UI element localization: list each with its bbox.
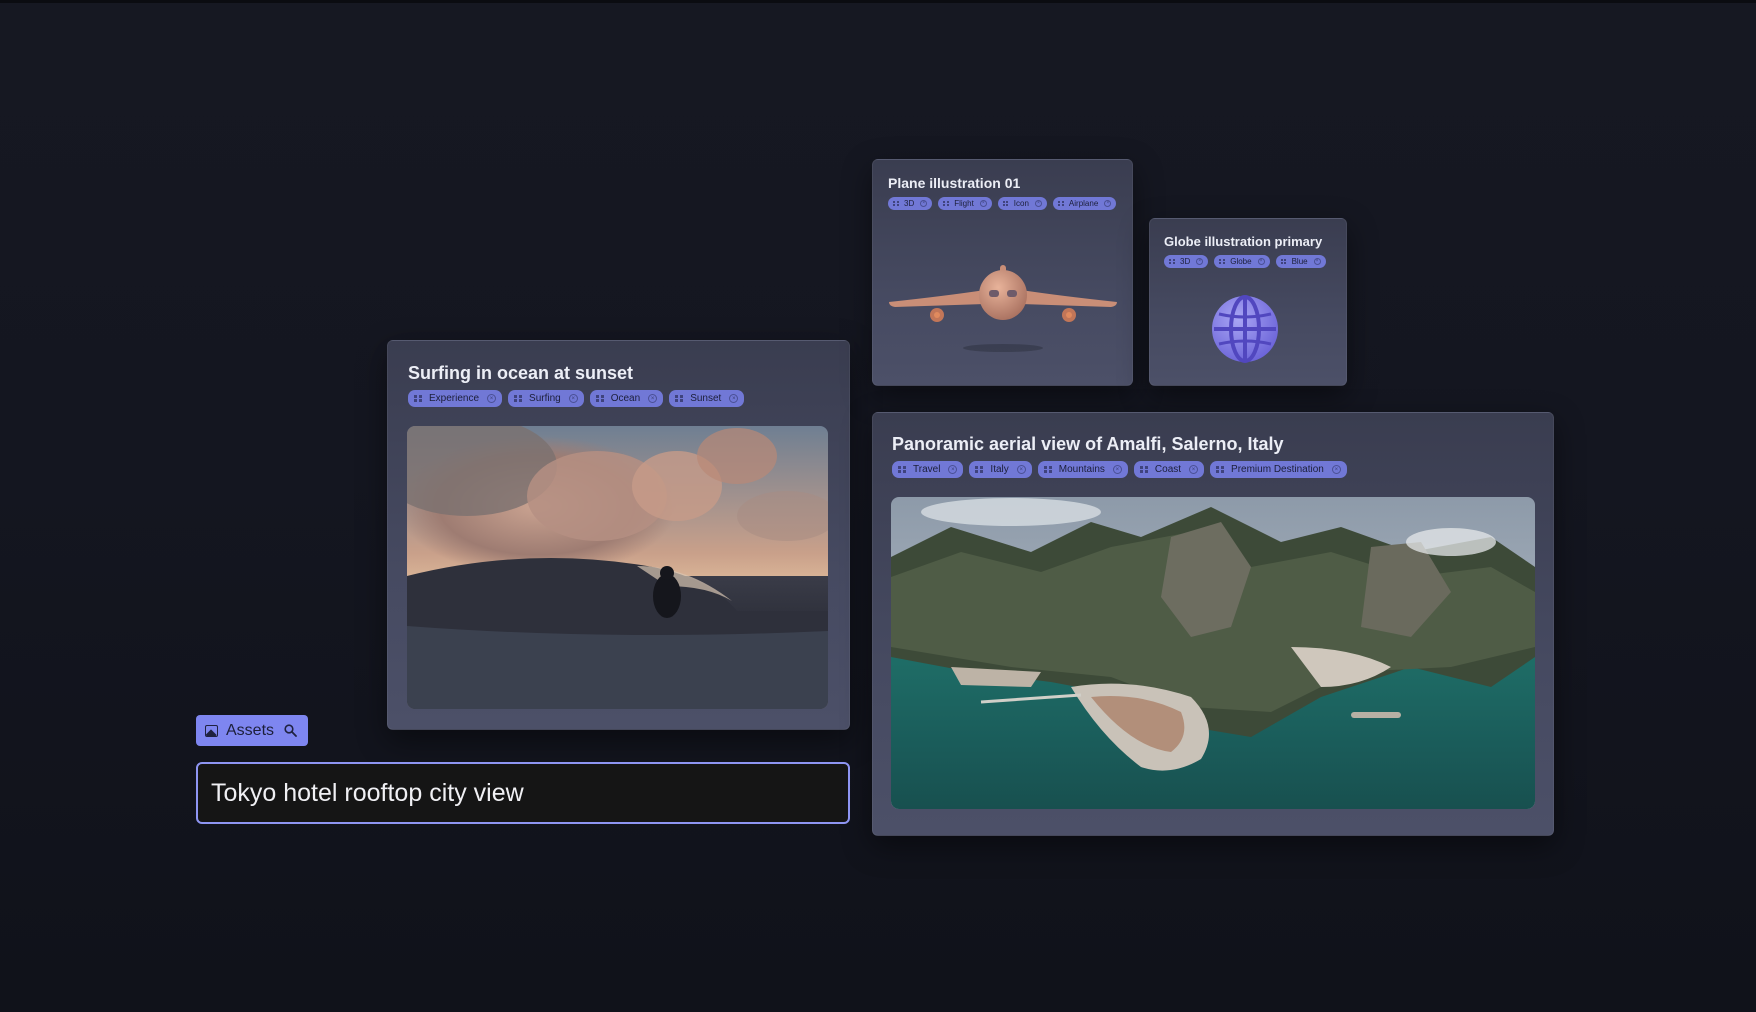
close-icon[interactable]: × xyxy=(487,394,497,403)
card-title: Globe illustration primary xyxy=(1164,234,1323,249)
tag-label: Experience xyxy=(429,393,480,404)
grid-icon xyxy=(1219,258,1226,265)
grid-icon xyxy=(1169,258,1175,265)
tag-flight[interactable]: Flight × xyxy=(938,197,992,210)
tag-label: Icon xyxy=(1013,199,1029,208)
asset-card-plane[interactable]: Plane illustration 01 3D × Flight × Icon × … xyxy=(872,159,1133,386)
close-icon[interactable]: × xyxy=(1189,465,1199,474)
assets-chip-label: Assets xyxy=(226,721,275,739)
tag-label: 3D xyxy=(904,199,915,208)
surfing-image xyxy=(407,426,828,709)
tag-premium-destination[interactable]: Premium Destination × xyxy=(1210,461,1347,478)
amalfi-image xyxy=(891,497,1535,809)
tag-mountains[interactable]: Mountains × xyxy=(1037,461,1128,478)
close-icon[interactable]: × xyxy=(1104,200,1112,207)
tag-list: Experience × Surfing × Ocean × Sunset × xyxy=(408,390,750,407)
tag-label: Airplane xyxy=(1068,199,1099,208)
tag-list: Travel × Italy × Mountains × Coast × Premium… xyxy=(892,461,1353,478)
tag-3d[interactable]: 3D × xyxy=(1164,255,1209,268)
tag-label: Blue xyxy=(1291,257,1308,266)
surfing-photo[interactable] xyxy=(407,426,828,709)
tag-icon[interactable]: Icon × xyxy=(997,197,1047,210)
tag-label: Premium Destination xyxy=(1231,464,1324,475)
tag-surfing[interactable]: Surfing × xyxy=(508,390,584,407)
grid-icon xyxy=(1057,200,1064,207)
tag-label: Sunset xyxy=(690,393,722,404)
amalfi-photo[interactable] xyxy=(891,497,1535,809)
tag-label: Flight xyxy=(954,199,974,208)
search-input[interactable]: Tokyo hotel rooftop city view xyxy=(196,762,850,824)
tag-blue[interactable]: Blue × xyxy=(1275,255,1326,268)
grid-icon xyxy=(893,200,899,207)
close-icon[interactable]: × xyxy=(568,394,578,403)
plane-illustration xyxy=(889,265,1117,352)
tag-airplane[interactable]: Airplane × xyxy=(1052,197,1117,210)
tag-experience[interactable]: Experience × xyxy=(408,390,503,407)
tag-label: Surfing xyxy=(529,393,561,404)
grid-icon xyxy=(943,200,950,207)
close-icon[interactable]: × xyxy=(1257,258,1265,265)
asset-card-globe[interactable]: Globe illustration primary 3D × Globe × Bl… xyxy=(1149,218,1347,386)
grid-icon xyxy=(1216,465,1225,474)
tag-label: Coast xyxy=(1154,464,1182,475)
close-icon[interactable]: × xyxy=(1034,200,1042,207)
grid-icon xyxy=(514,394,523,403)
grid-icon xyxy=(1139,465,1148,474)
close-icon[interactable]: × xyxy=(1313,258,1321,265)
globe-illustration xyxy=(1212,295,1278,363)
grid-icon xyxy=(898,465,906,474)
assets-filter-chip[interactable]: Assets xyxy=(196,715,308,746)
close-icon[interactable]: × xyxy=(1331,465,1341,474)
grid-icon xyxy=(1280,258,1287,265)
close-icon[interactable]: × xyxy=(729,394,739,403)
grid-icon xyxy=(1043,465,1052,474)
tag-label: Italy xyxy=(990,464,1009,475)
tag-globe[interactable]: Globe × xyxy=(1214,255,1270,268)
grid-icon xyxy=(975,465,984,474)
close-icon[interactable]: × xyxy=(1196,258,1204,265)
grid-icon xyxy=(595,394,604,403)
grid-icon xyxy=(414,394,422,403)
asset-card-amalfi[interactable]: Panoramic aerial view of Amalfi, Salerno… xyxy=(872,412,1554,836)
tag-list: 3D × Globe × Blue × xyxy=(1164,255,1332,268)
close-icon[interactable]: × xyxy=(948,465,958,474)
search-input-value: Tokyo hotel rooftop city view xyxy=(211,778,524,807)
tag-3d[interactable]: 3D × xyxy=(888,197,933,210)
image-icon xyxy=(205,724,218,737)
asset-card-surfing[interactable]: Surfing in ocean at sunset Experience × S… xyxy=(387,340,850,730)
close-icon[interactable]: × xyxy=(979,200,987,207)
close-icon[interactable]: × xyxy=(1112,465,1122,474)
tag-italy[interactable]: Italy × xyxy=(969,461,1032,478)
top-edge xyxy=(0,0,1756,3)
tag-label: 3D xyxy=(1180,257,1191,266)
tag-list: 3D × Flight × Icon × Airplane × xyxy=(888,197,1122,210)
tag-label: Ocean xyxy=(610,393,641,404)
tag-label: Mountains xyxy=(1058,464,1105,475)
tag-label: Globe xyxy=(1230,257,1252,266)
close-icon[interactable]: × xyxy=(920,200,928,207)
grid-icon xyxy=(1002,200,1009,207)
tag-label: Travel xyxy=(913,464,941,475)
tag-travel[interactable]: Travel × xyxy=(892,461,964,478)
grid-icon xyxy=(675,394,684,403)
close-icon[interactable]: × xyxy=(1016,465,1026,474)
card-title: Plane illustration 01 xyxy=(888,175,1021,191)
tag-ocean[interactable]: Ocean × xyxy=(589,390,664,407)
tag-coast[interactable]: Coast × xyxy=(1133,461,1205,478)
card-title: Surfing in ocean at sunset xyxy=(408,363,634,383)
close-icon[interactable]: × xyxy=(648,394,658,403)
search-icon[interactable] xyxy=(284,724,297,737)
tag-sunset[interactable]: Sunset × xyxy=(669,390,745,407)
card-title: Panoramic aerial view of Amalfi, Salerno… xyxy=(892,434,1284,454)
